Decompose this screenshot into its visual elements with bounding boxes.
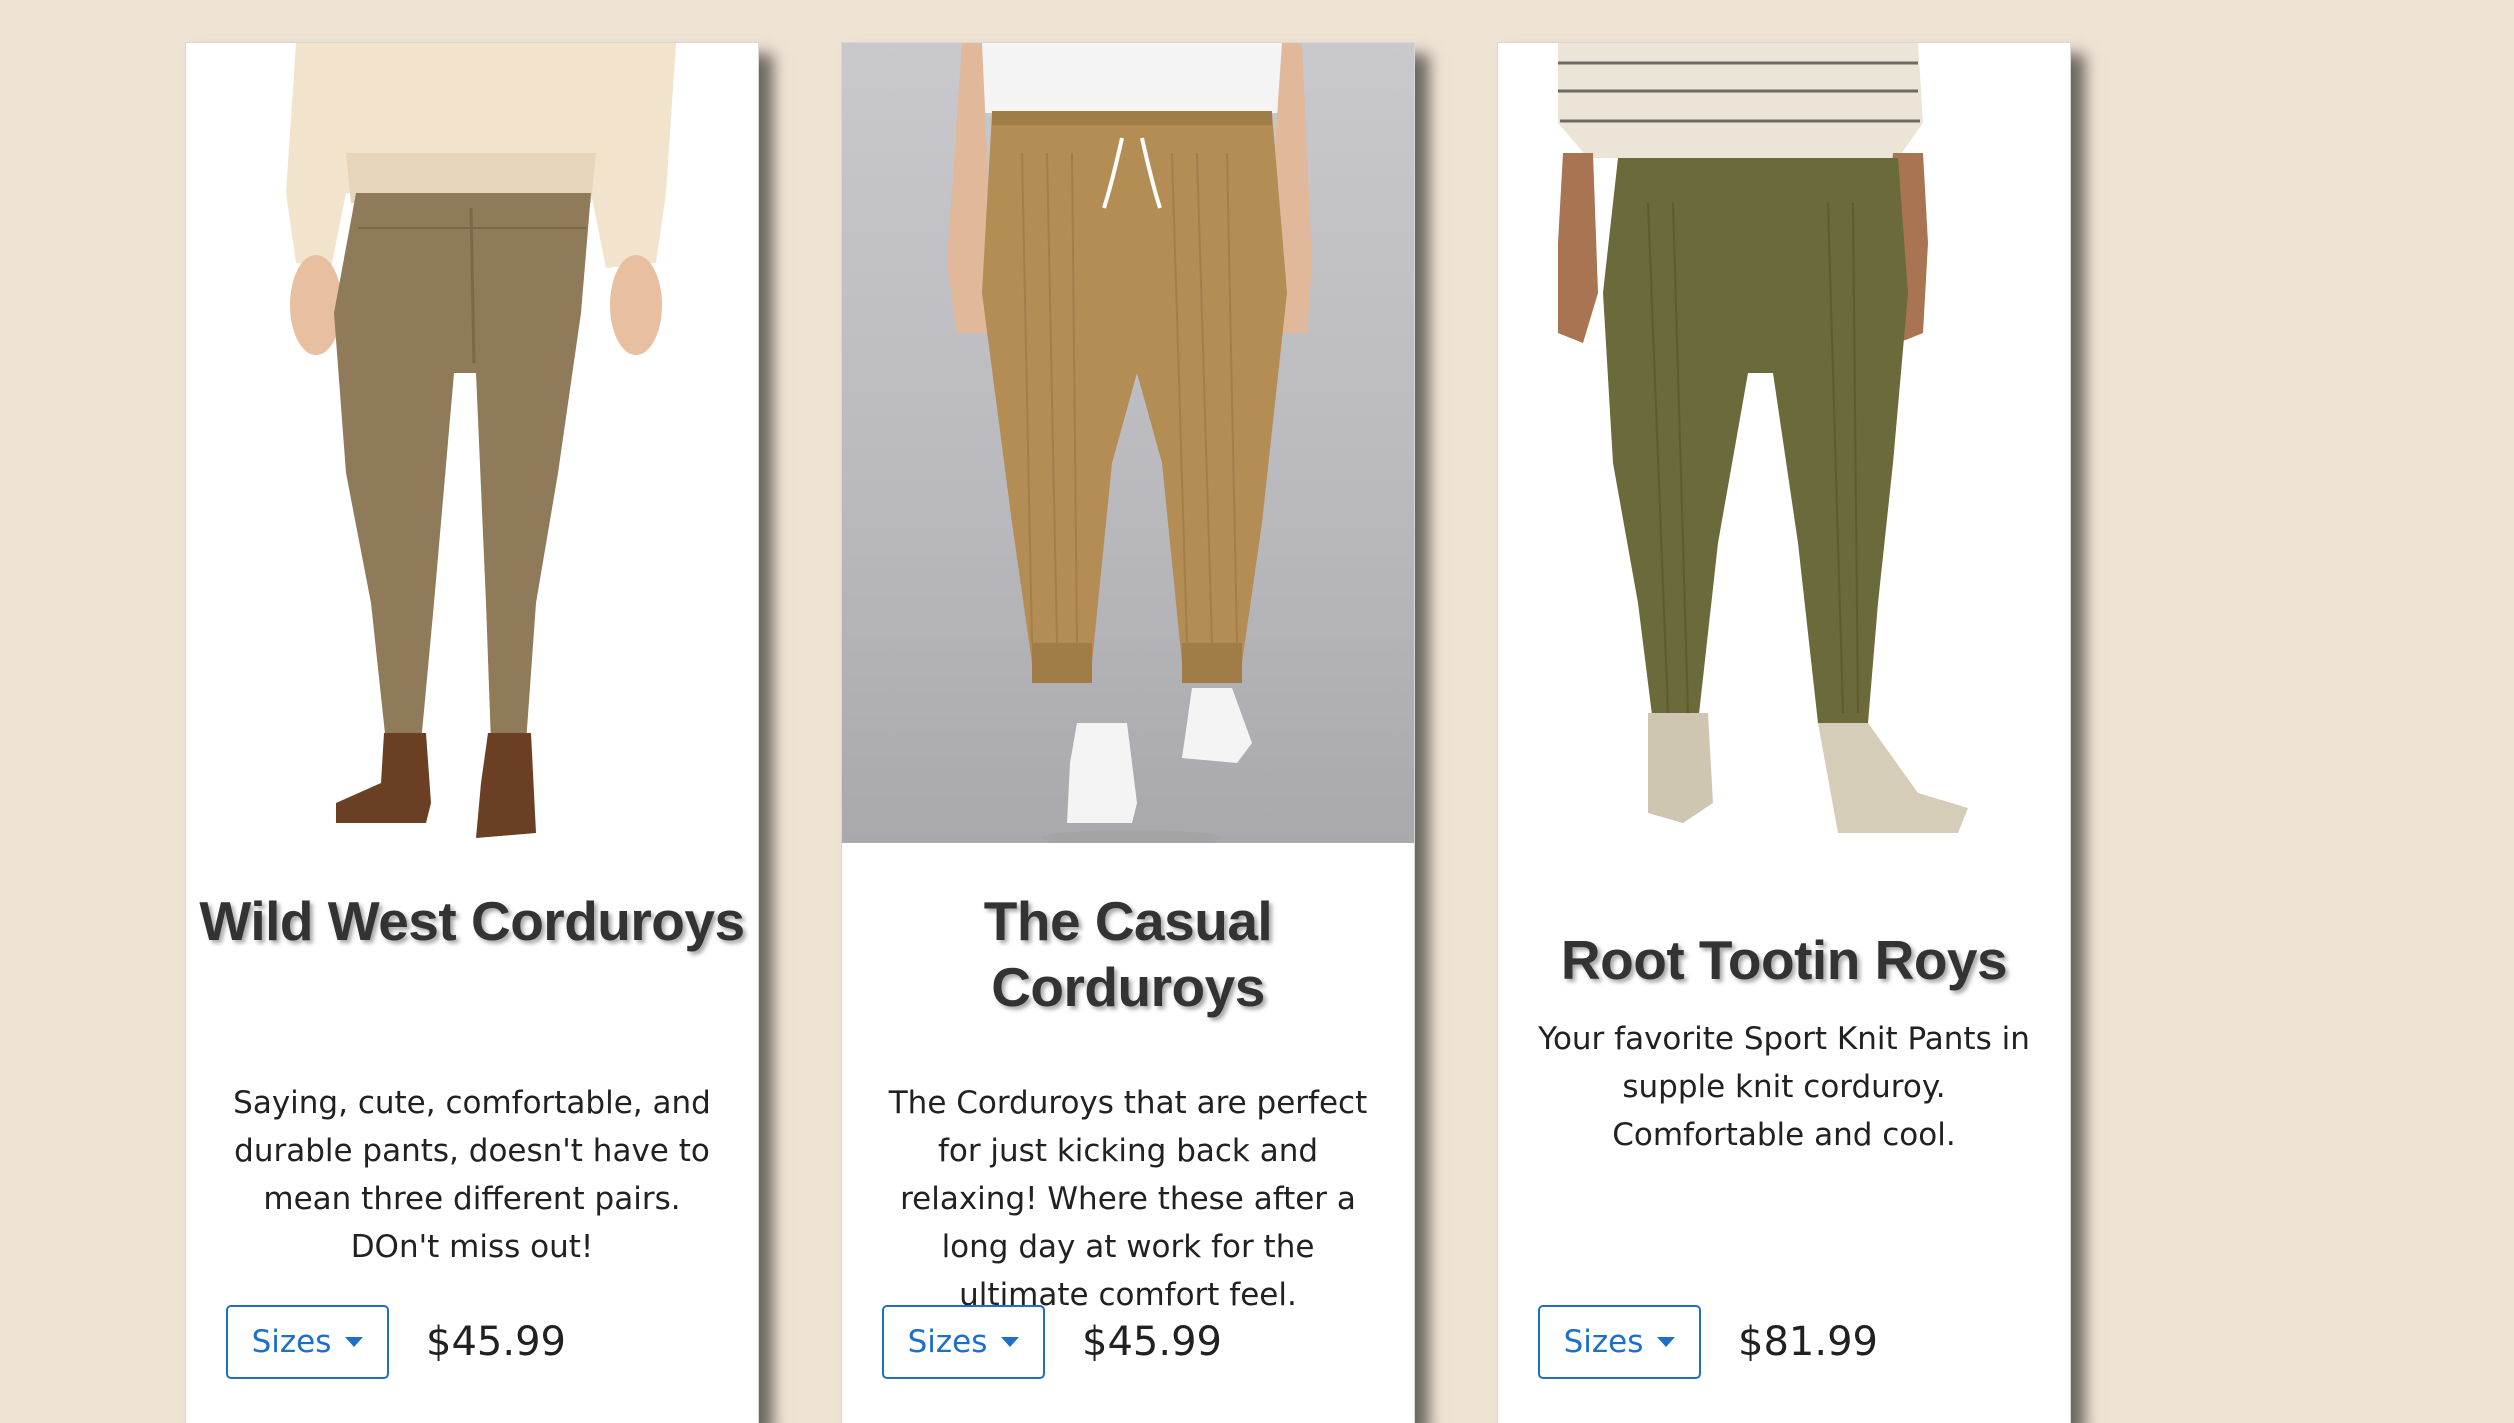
khaki-skinny-corduroys-image (286, 43, 676, 838)
caret-down-icon (345, 1337, 364, 1347)
caret-down-icon (1657, 1337, 1676, 1347)
caret-down-icon (1001, 1337, 1020, 1347)
sizes-dropdown-button[interactable]: Sizes (882, 1305, 1045, 1379)
product-title: Root Tootin Roys (1560, 929, 2008, 991)
product-title: The Casual Corduroys (983, 890, 1273, 1018)
product-description: Saying, cute, comfortable, and durable p… (233, 1085, 711, 1265)
sizes-dropdown-button[interactable]: Sizes (1538, 1305, 1701, 1379)
product-description: Your favorite Sport Knit Pants in supple… (1538, 1021, 2030, 1153)
tan-jogger-corduroys-image (947, 43, 1312, 843)
product-card: The Casual Corduroys The Corduroys that … (841, 42, 1415, 1423)
product-title: Wild West Corduroys (199, 890, 745, 952)
sizes-label: Sizes (251, 1324, 332, 1360)
product-photo[interactable] (186, 43, 758, 843)
product-description: The Corduroys that are perfect for just … (888, 1085, 1368, 1313)
sizes-dropdown-button[interactable]: Sizes (226, 1305, 389, 1379)
product-card: Wild West Corduroys Saying, cute, comfor… (185, 42, 759, 1423)
sizes-label: Sizes (1563, 1324, 1644, 1360)
product-photo[interactable] (1498, 43, 2070, 843)
product-price: $45.99 (1082, 1319, 1222, 1365)
product-card: Root Tootin Roys Your favorite Sport Kni… (1497, 42, 2071, 1423)
sizes-label: Sizes (907, 1324, 988, 1360)
product-photo[interactable] (842, 43, 1414, 843)
product-price: $81.99 (1738, 1319, 1878, 1365)
product-price: $45.99 (426, 1319, 566, 1365)
olive-straight-corduroys-image (1558, 43, 1968, 833)
